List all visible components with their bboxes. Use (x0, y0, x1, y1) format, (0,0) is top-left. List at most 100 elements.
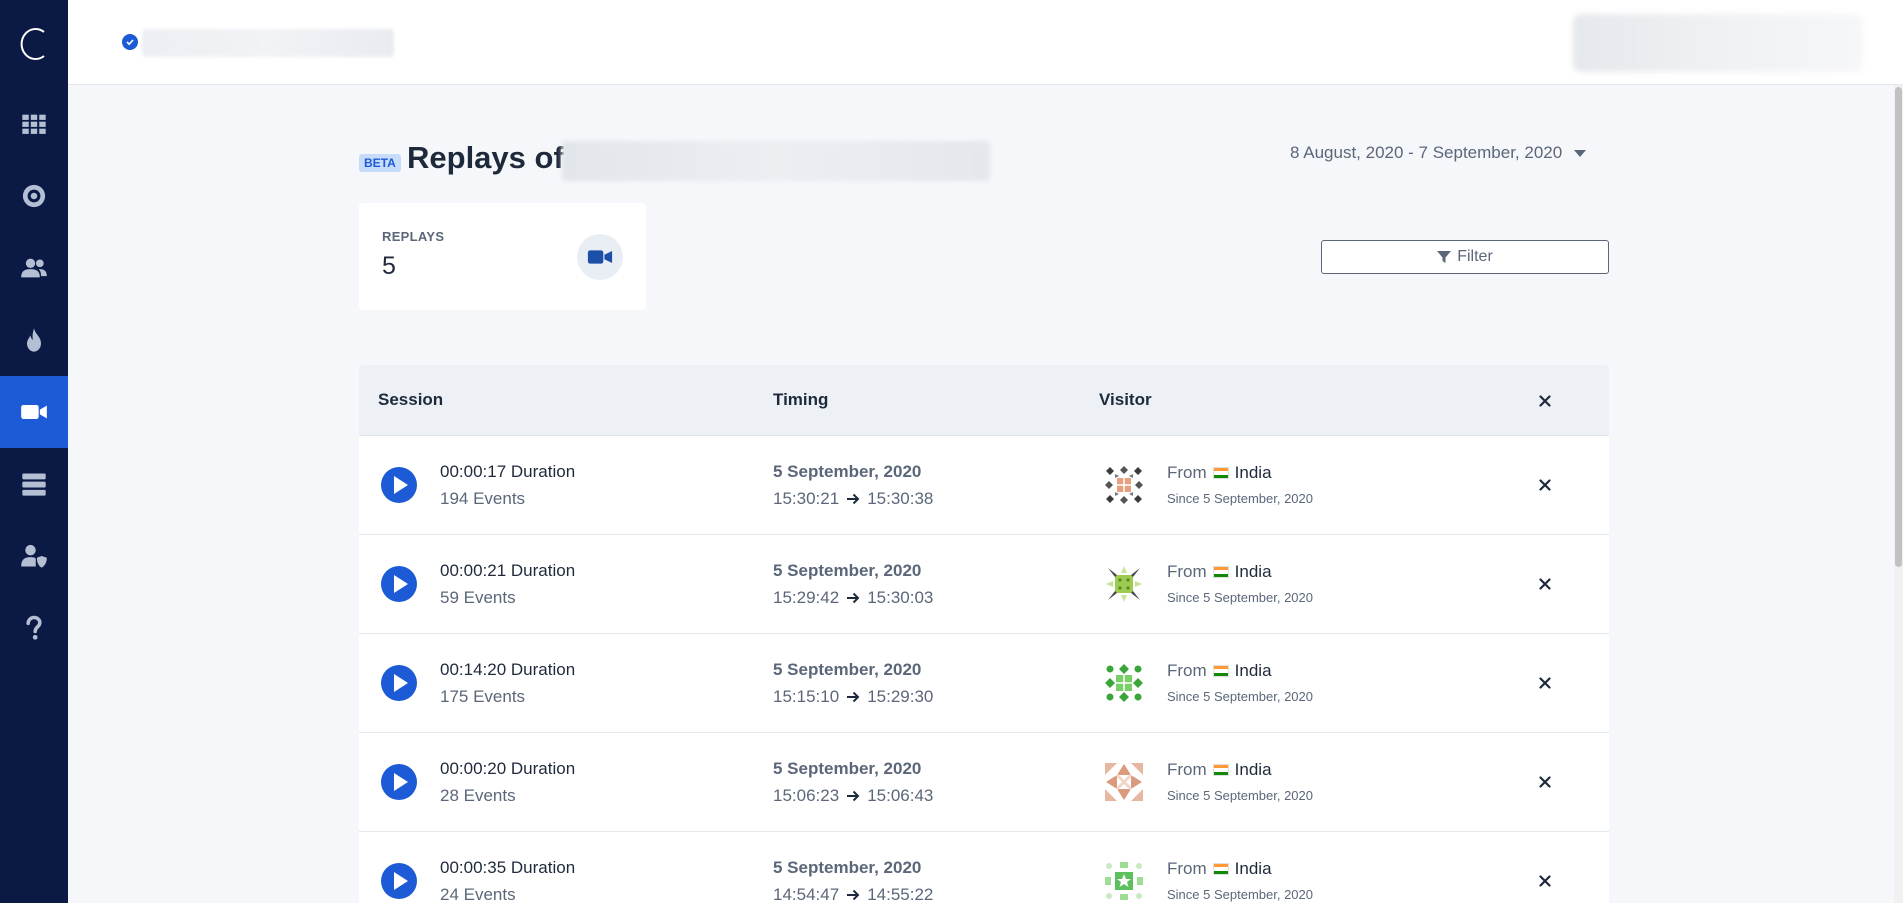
play-button[interactable] (381, 863, 417, 899)
play-button[interactable] (381, 467, 417, 503)
page-scrollbar[interactable] (1894, 85, 1903, 903)
play-icon (394, 872, 408, 890)
replay-date: 5 September, 2020 (773, 561, 922, 580)
replay-date: 5 September, 2020 (773, 858, 922, 877)
sidebar-item-help[interactable] (0, 592, 68, 664)
visitor-country: India (1234, 859, 1272, 878)
india-flag-icon (1212, 566, 1229, 578)
replays-stat-card: REPLAYS 5 (359, 203, 646, 310)
arrow-right-icon (847, 889, 860, 901)
replays-table: Session Timing Visitor 00:00:17 Duration… (359, 365, 1609, 903)
replay-events: 175 Events (440, 687, 526, 706)
table-header: Session Timing Visitor (359, 365, 1609, 436)
caret-down-icon (1574, 149, 1587, 157)
date-range-label: 8 August, 2020 - 7 September, 2020 (1290, 143, 1563, 162)
remove-row-close-icon[interactable] (1535, 673, 1555, 693)
start-time: 15:06:23 (773, 786, 840, 805)
visitor-country: India (1234, 760, 1272, 779)
sidebar-item-dashboard[interactable] (0, 88, 68, 160)
play-button[interactable] (381, 566, 417, 602)
sidebar-item-replays[interactable] (0, 376, 68, 448)
india-flag-icon (1212, 863, 1229, 875)
visitor-country: India (1234, 463, 1272, 482)
video-camera-icon (587, 250, 613, 264)
replay-time-range: 15:06:23 15:06:43 (773, 786, 933, 806)
sidebar-item-data[interactable] (0, 448, 68, 520)
start-time: 15:30:21 (773, 489, 840, 508)
end-time: 15:30:03 (867, 588, 934, 607)
replay-time-range: 15:30:21 15:30:38 (773, 489, 933, 509)
user-shield-icon (21, 544, 47, 568)
replay-date: 5 September, 2020 (773, 660, 922, 679)
arrow-right-icon (847, 493, 860, 505)
table-row[interactable]: 00:00:35 Duration 24 Events 5 September,… (359, 832, 1609, 903)
stat-label: REPLAYS (382, 229, 445, 244)
filter-button[interactable]: Filter (1321, 240, 1609, 274)
page-title: Replays of (407, 140, 564, 175)
play-icon (394, 674, 408, 692)
remove-row-close-icon[interactable] (1535, 772, 1555, 792)
visitor-avatar (1103, 860, 1145, 902)
replay-events: 194 Events (440, 489, 526, 508)
from-label: From (1167, 859, 1207, 878)
replay-time-range: 15:15:10 15:29:30 (773, 687, 933, 707)
end-time: 15:30:38 (867, 489, 934, 508)
table-row[interactable]: 00:00:20 Duration 28 Events 5 September,… (359, 733, 1609, 832)
visitor-location: From India (1167, 859, 1272, 879)
end-time: 15:29:30 (867, 687, 934, 706)
start-time: 14:54:47 (773, 885, 840, 903)
beta-badge: BETA (359, 154, 401, 172)
filter-label: Filter (1457, 248, 1493, 265)
end-time: 14:55:22 (867, 885, 934, 903)
from-label: From (1167, 661, 1207, 680)
user-menu-redacted[interactable] (1573, 14, 1863, 72)
table-row[interactable]: 00:00:17 Duration 194 Events 5 September… (359, 436, 1609, 535)
table-row[interactable]: 00:00:21 Duration 59 Events 5 September,… (359, 535, 1609, 634)
start-time: 15:15:10 (773, 687, 840, 706)
replay-duration: 00:00:20 Duration (440, 759, 576, 778)
site-selector-redacted[interactable] (142, 29, 394, 57)
play-button[interactable] (381, 665, 417, 701)
play-button[interactable] (381, 764, 417, 800)
clear-all-close-icon[interactable] (1535, 391, 1555, 411)
visitor-since: Since 5 September, 2020 (1167, 887, 1313, 902)
arrow-right-icon (847, 592, 860, 604)
replay-duration: 00:14:20 Duration (440, 660, 576, 679)
sidebar-item-heatmaps[interactable] (0, 304, 68, 376)
play-icon (394, 575, 408, 593)
visitor-since: Since 5 September, 2020 (1167, 590, 1313, 605)
visitor-location: From India (1167, 463, 1272, 483)
remove-row-close-icon[interactable] (1535, 871, 1555, 891)
visitor-country: India (1234, 661, 1272, 680)
arrow-right-icon (847, 691, 860, 703)
scrollbar-thumb[interactable] (1895, 87, 1902, 567)
replay-duration: 00:00:17 Duration (440, 462, 576, 481)
replay-events: 28 Events (440, 786, 516, 805)
visitor-location: From India (1167, 760, 1272, 780)
sidebar-item-overview[interactable] (0, 160, 68, 232)
topbar (68, 0, 1903, 85)
sidebar-item-privacy[interactable] (0, 520, 68, 592)
app-logo[interactable] (0, 0, 68, 88)
replay-events: 59 Events (440, 588, 516, 607)
from-label: From (1167, 463, 1207, 482)
replay-date: 5 September, 2020 (773, 462, 922, 481)
target-icon (22, 184, 46, 208)
replay-time-range: 14:54:47 14:55:22 (773, 885, 933, 903)
table-row[interactable]: 00:14:20 Duration 175 Events 5 September… (359, 634, 1609, 733)
flame-icon (27, 328, 41, 352)
sidebar-item-visitors[interactable] (0, 232, 68, 304)
column-header-timing: Timing (773, 390, 829, 409)
from-label: From (1167, 760, 1207, 779)
stat-value: 5 (382, 252, 396, 280)
visitor-avatar (1103, 563, 1145, 605)
india-flag-icon (1212, 467, 1229, 479)
remove-row-close-icon[interactable] (1535, 475, 1555, 495)
grid-icon (22, 114, 46, 134)
replay-events: 24 Events (440, 885, 516, 903)
users-icon (21, 258, 47, 278)
date-range-picker[interactable]: 8 August, 2020 - 7 September, 2020 (1290, 143, 1587, 163)
replay-date: 5 September, 2020 (773, 759, 922, 778)
remove-row-close-icon[interactable] (1535, 574, 1555, 594)
stat-icon-badge (577, 234, 623, 280)
